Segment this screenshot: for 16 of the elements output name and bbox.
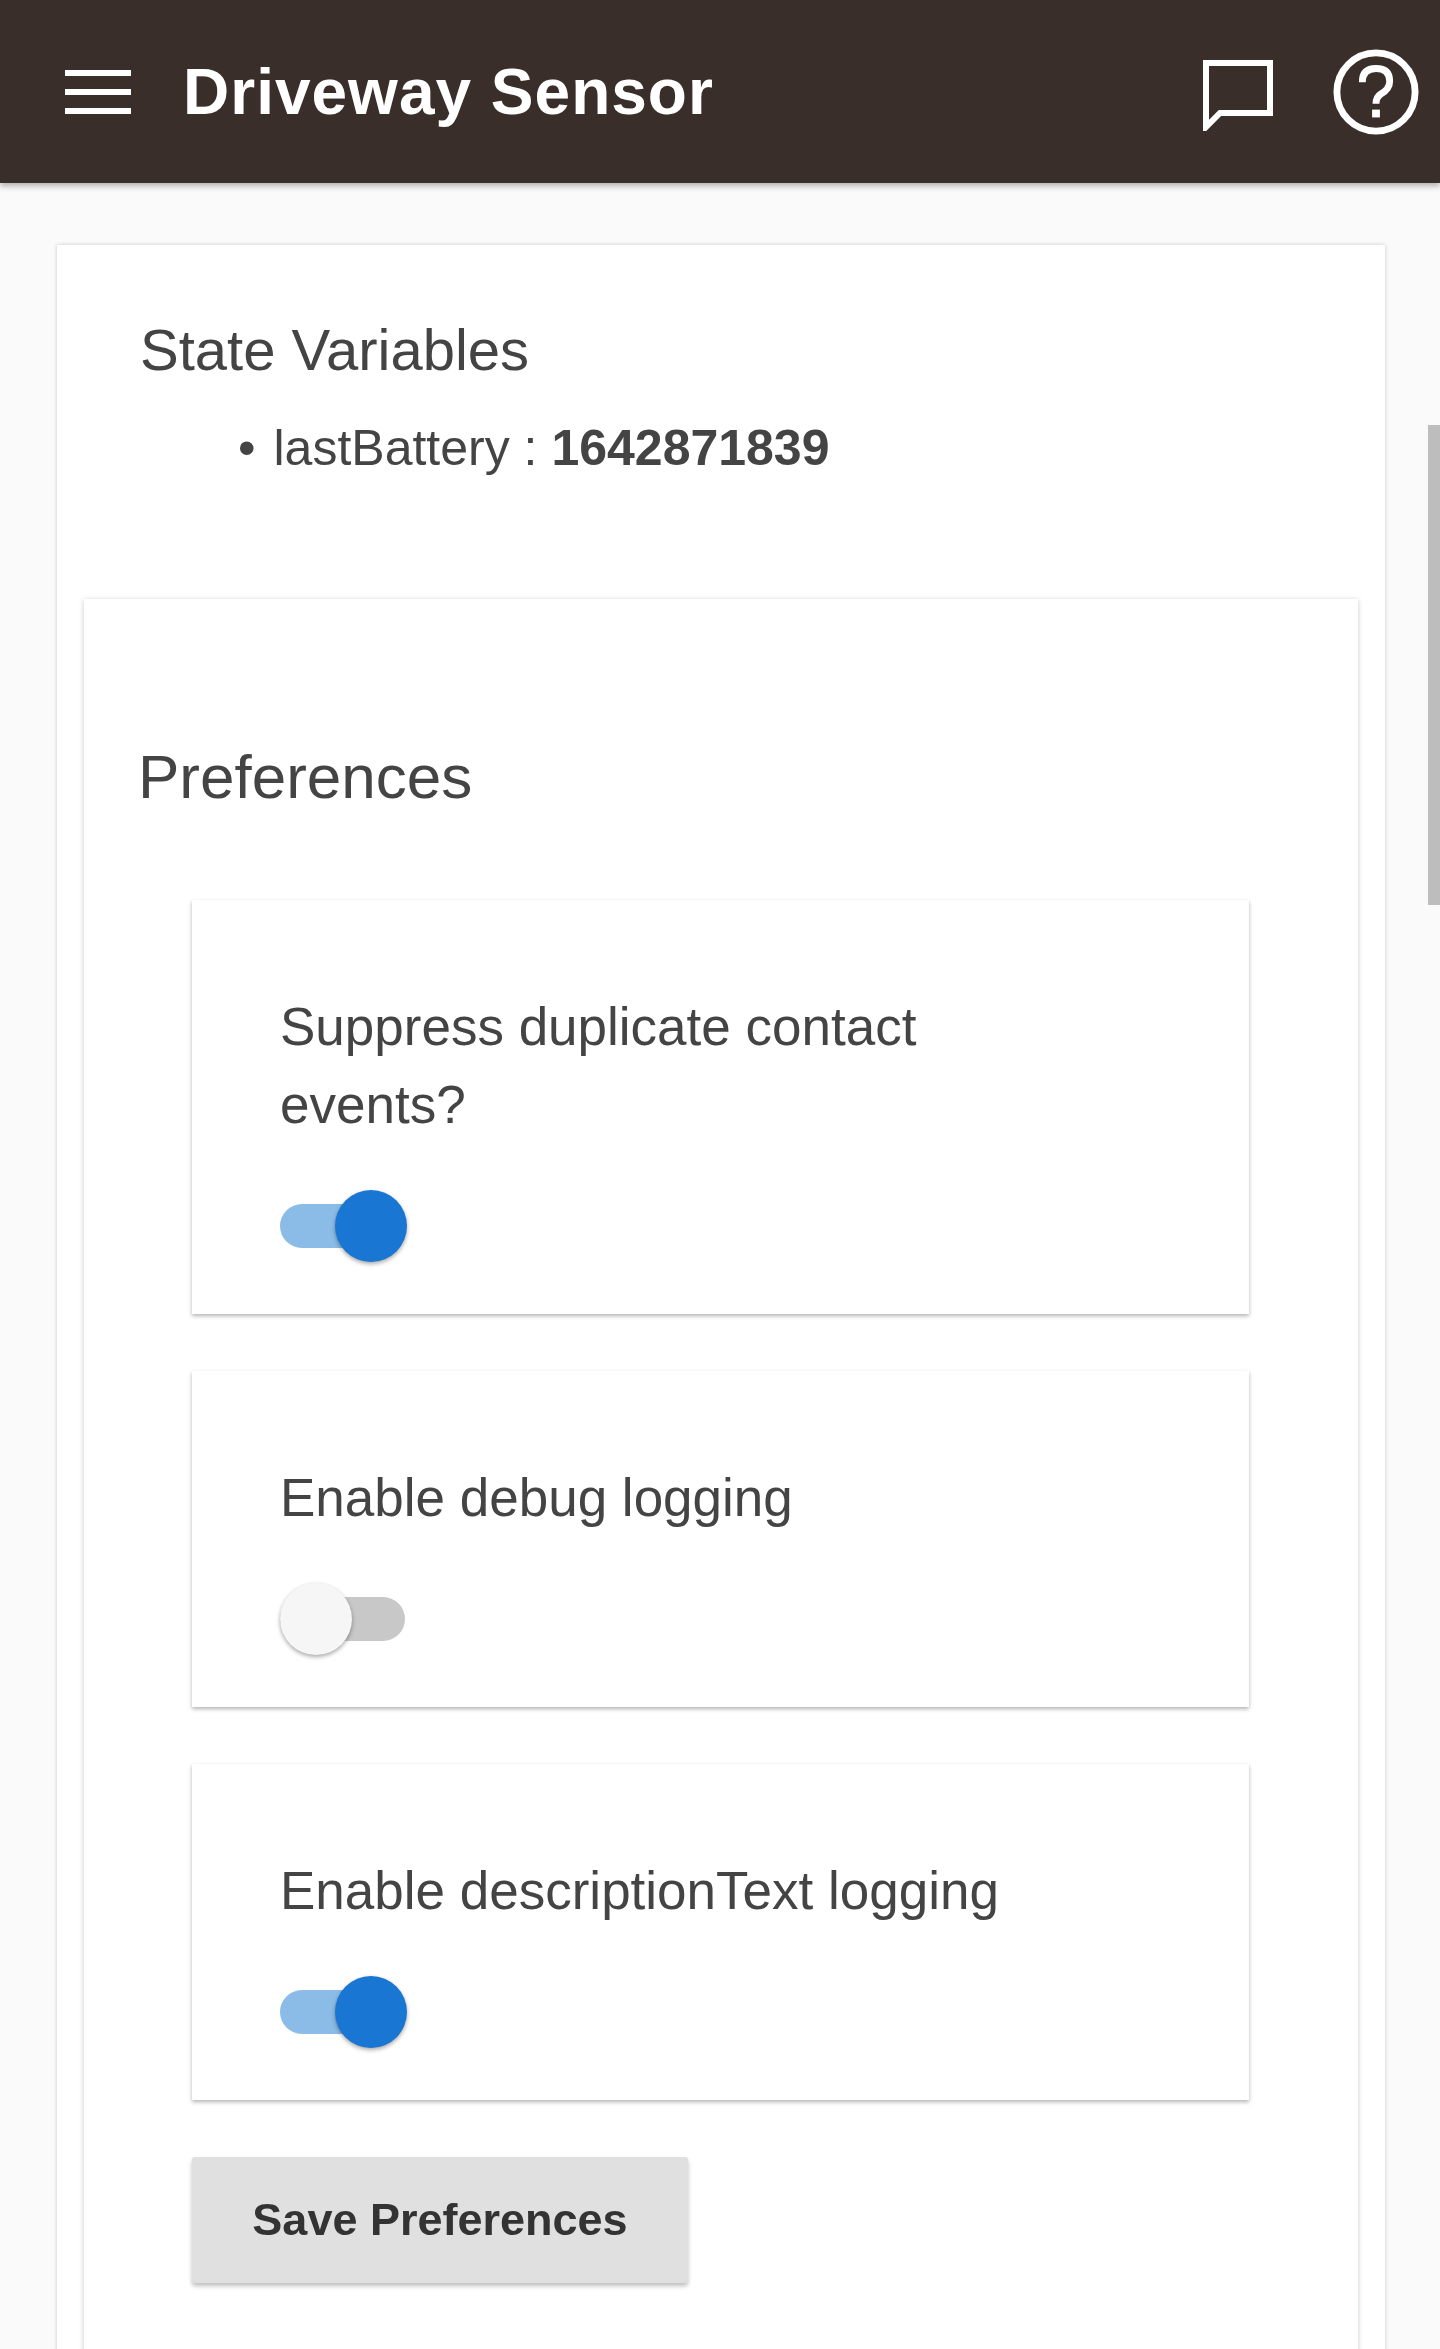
section-heading: Preferences (138, 741, 474, 812)
preference-label: Suppress duplicate contact events? (280, 996, 918, 1136)
page-title: Driveway Sensor (183, 54, 714, 129)
preference-label: Enable debug logging (280, 1467, 794, 1529)
section-heading: State Variables (140, 316, 531, 383)
chat-icon[interactable] (1202, 58, 1274, 131)
bullet: • (238, 419, 256, 478)
save-button[interactable]: Save Preferences (192, 2157, 688, 2283)
toggle-switch[interactable] (280, 1976, 405, 2048)
preference-label: Enable descriptionText logging (280, 1860, 1000, 1922)
menu-icon[interactable] (65, 69, 131, 114)
help-icon[interactable] (1332, 47, 1420, 136)
toggle-switch[interactable] (280, 1190, 405, 1262)
state-variable-item: lastBattery : 1642871839 (273, 419, 830, 478)
scrollbar[interactable] (1428, 425, 1440, 905)
toggle-switch[interactable] (280, 1583, 405, 1655)
